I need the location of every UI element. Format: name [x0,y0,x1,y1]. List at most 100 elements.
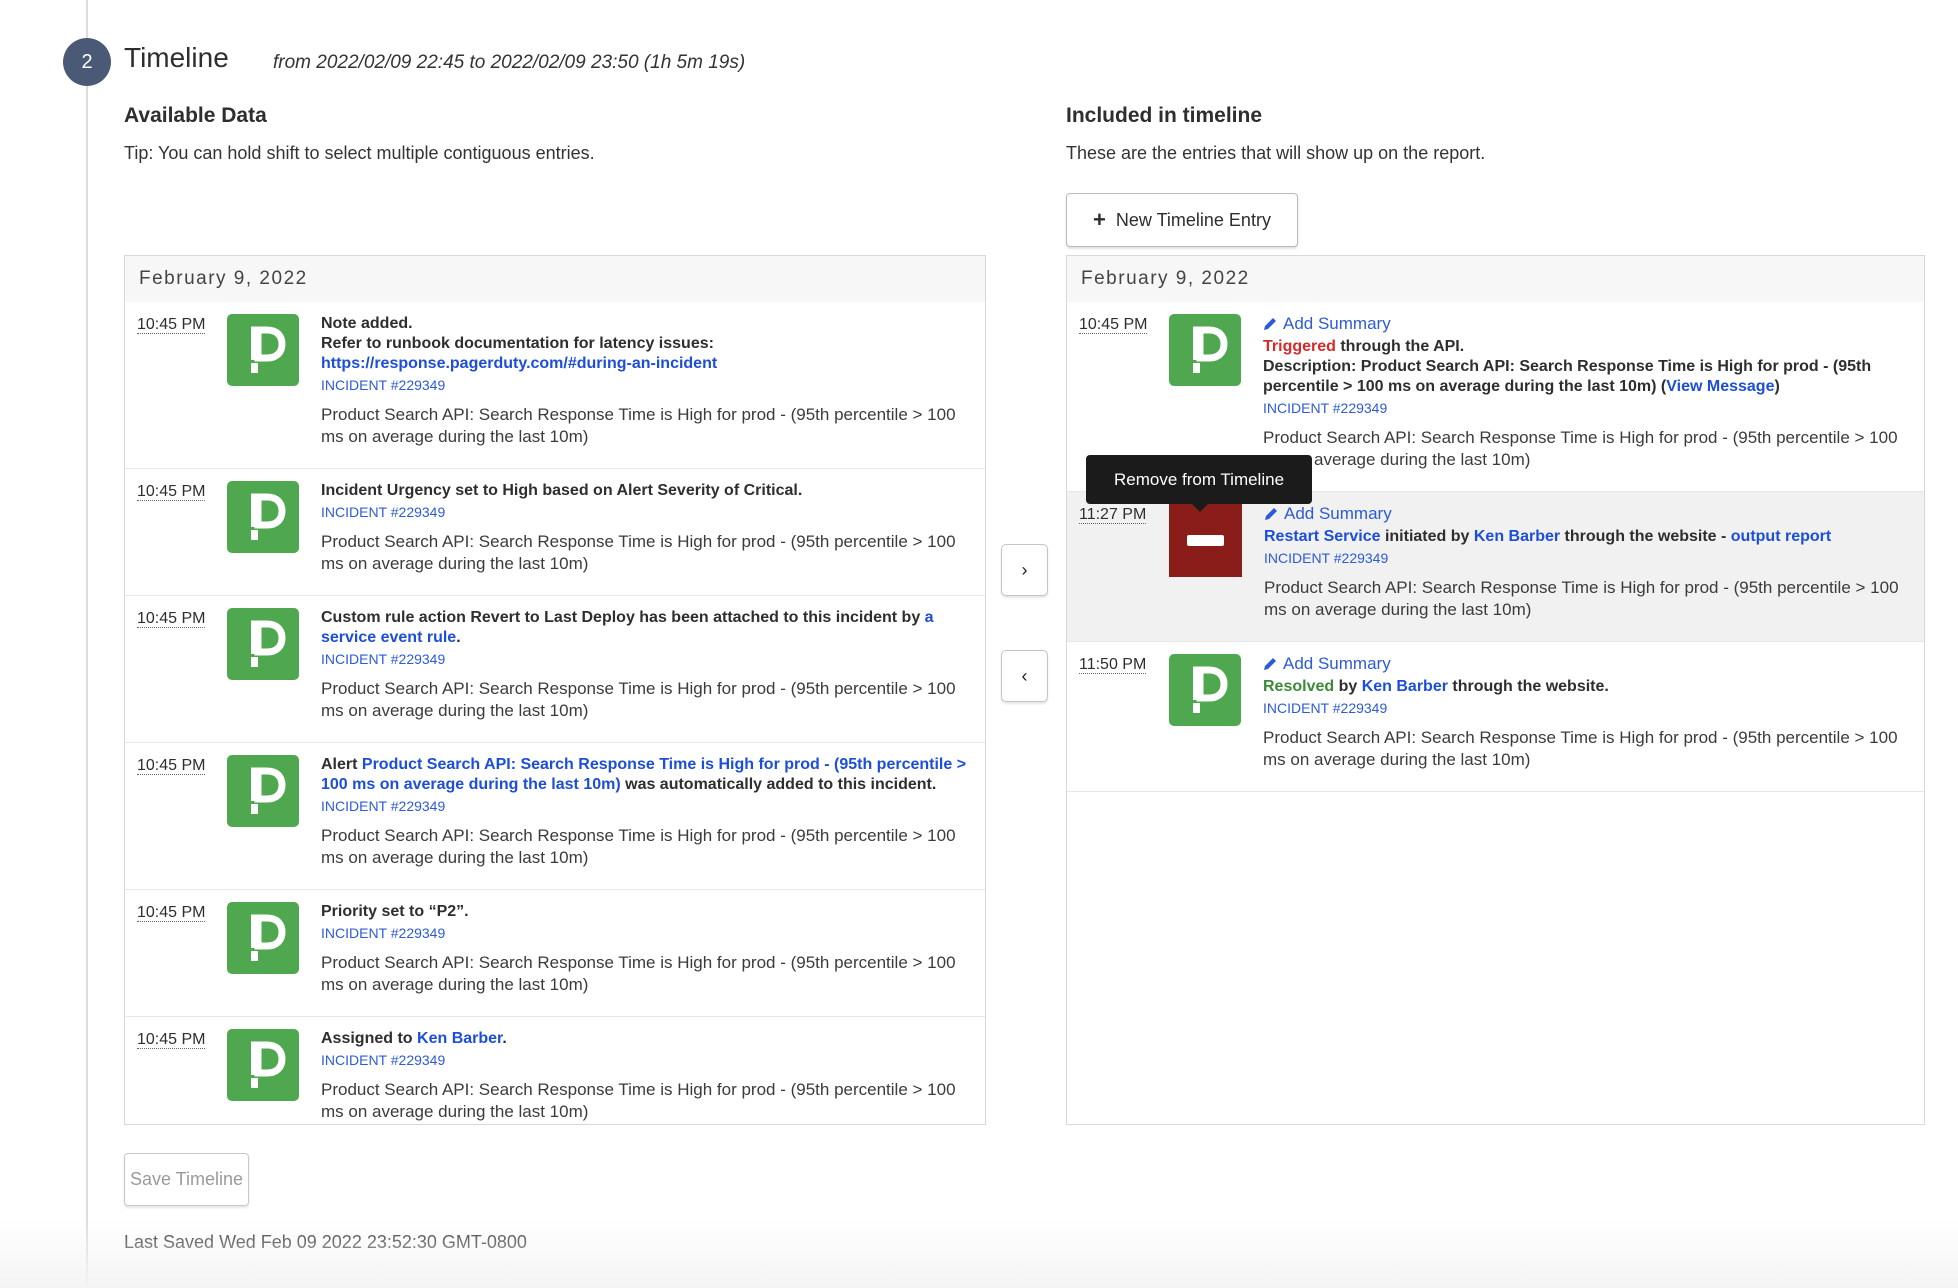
entry-title: Incident Urgency set to High based on Al… [321,481,973,501]
entry-description: Product Search API: Search Response Time… [321,826,956,867]
entry-body: Incident Urgency set to High based on Al… [321,481,973,575]
entry-title-text: Custom rule action Revert to Last Deploy… [321,609,925,626]
entry-title-text: through the website. [1447,678,1609,695]
incident-link[interactable]: INCIDENT #229349 [1264,549,1388,567]
entry-time: 10:45 PM [137,755,227,869]
status-label: Triggered [1263,338,1336,355]
timeline-entry[interactable]: 10:45 PM Assigned to Ken Barber. INCIDENT … [125,1017,985,1124]
pencil-icon [1264,658,1276,670]
remove-from-timeline-arrow-button[interactable]: ‹ [1001,650,1048,702]
entry-link[interactable]: Ken Barber [1474,528,1560,545]
entry-description: Product Search API: Search Response Time… [321,1080,956,1121]
entry-time: 11:27 PM [1079,504,1169,621]
entry-link[interactable]: Ken Barber [1362,678,1448,695]
pencil-icon [1265,508,1277,520]
available-data-tip: Tip: You can hold shift to select multip… [124,143,595,163]
pagerduty-logo-icon [227,755,299,827]
timeline-entry[interactable]: 10:45 PM Custom rule action Revert to Las… [125,596,985,743]
section-title: Timeline [124,42,229,73]
entry-description: Product Search API: Search Response Time… [1264,578,1899,619]
timeline-entry[interactable]: 10:45 PM Priority set to “P2”. INCIDENT #2… [125,890,985,1017]
pagerduty-logo-icon [227,608,299,680]
entry-description: Product Search API: Search Response Time… [321,532,956,573]
pagerduty-logo-icon [227,1029,299,1101]
entry-title: Note added. Refer to runbook documentatio… [321,314,973,374]
entry-title: Assigned to Ken Barber. [321,1029,973,1049]
pencil-icon [1264,318,1276,330]
timeline-entry[interactable]: 11:27 PM Add Summary Restart Service initi… [1067,492,1924,642]
entry-title-text: Refer to runbook documentation for laten… [321,335,714,352]
add-summary-link[interactable]: Add Summary [1263,654,1391,674]
entry-title-text: was automatically added to this incident… [620,776,937,793]
add-to-timeline-button[interactable]: › [1001,544,1048,596]
entry-time-text: 10:45 PM [137,1031,206,1049]
entry-title-text: Note added. [321,315,413,332]
included-heading: Included in timeline [1066,104,1263,127]
entry-time: 10:45 PM [1079,314,1169,471]
entry-description: Product Search API: Search Response Time… [321,679,956,720]
pagerduty-logo-icon [227,902,299,974]
entry-time: 10:45 PM [137,608,227,722]
last-saved-text: Last Saved Wed Feb 09 2022 23:52:30 GMT-… [124,1232,527,1252]
entry-body: Custom rule action Revert to Last Deploy… [321,608,973,722]
incident-link[interactable]: INCIDENT #229349 [1263,399,1387,417]
incident-link[interactable]: INCIDENT #229349 [321,650,445,668]
entry-title: Triggered through the API. Description: P… [1263,337,1912,397]
entry-link[interactable]: output report [1731,528,1831,545]
add-summary-link[interactable]: Add Summary [1263,314,1391,334]
pagerduty-logo-icon [227,314,299,386]
incident-link[interactable]: INCIDENT #229349 [1263,699,1387,717]
incident-link[interactable]: INCIDENT #229349 [321,797,445,815]
entry-time-text: 10:45 PM [137,610,206,628]
timeline-entry[interactable]: 10:45 PM Note added. Refer to runbook docu… [125,302,985,469]
incident-link[interactable]: INCIDENT #229349 [321,503,445,521]
timeline-entry[interactable]: 10:45 PM Incident Urgency set to High bas… [125,469,985,596]
entry-link[interactable]: https://response.pagerduty.com/#during-a… [321,355,717,372]
timeline-entry[interactable]: 10:45 PM Alert Product Search API: Search… [125,743,985,890]
entry-title-text: initiated by [1380,528,1474,545]
date-header: February 9, 2022 [1067,256,1924,302]
new-timeline-entry-button[interactable]: + New Timeline Entry [1066,193,1298,247]
minus-icon [1187,535,1224,546]
entry-time: 11:50 PM [1079,654,1169,771]
entry-time-text: 11:50 PM [1079,656,1147,674]
entry-title-text: Priority set to “P2”. [321,903,469,920]
entry-time-text: 10:45 PM [1079,316,1148,334]
entry-link[interactable]: View Message [1666,378,1774,395]
incident-link[interactable]: INCIDENT #229349 [321,1051,445,1069]
entry-body: Add Summary Restart Service initiated by … [1264,504,1912,621]
incident-link[interactable]: INCIDENT #229349 [321,376,445,394]
step-connector-line [86,0,88,1288]
page-fade [0,1218,1958,1288]
entry-body: Add Summary Resolved by Ken Barber throug… [1263,654,1912,771]
pagerduty-logo-icon [227,481,299,553]
date-header: February 9, 2022 [125,256,985,302]
entry-title-text: through the API. [1335,338,1465,355]
timeline-range: from 2022/02/09 22:45 to 2022/02/09 23:5… [273,52,746,73]
available-data-list[interactable]: February 9, 2022 10:45 PM Note added. Refe… [124,255,986,1125]
plus-icon: + [1093,207,1106,232]
remove-entry-button[interactable] [1169,504,1242,577]
entry-title-text: Incident Urgency set to High based on Al… [321,482,803,499]
available-entries: 10:45 PM Note added. Refer to runbook docu… [125,302,985,1124]
entry-title-text: Description: Product Search API: Search … [1263,358,1872,395]
add-summary-label: Add Summary [1283,654,1391,673]
new-timeline-entry-label: New Timeline Entry [1115,209,1271,230]
entry-time: 10:45 PM [137,314,227,448]
incident-link[interactable]: INCIDENT #229349 [321,924,445,942]
save-timeline-button[interactable]: Save Timeline [124,1153,249,1206]
timeline-entry[interactable]: 11:50 PM Add Summary Resolved by Ken Barbe… [1067,642,1924,792]
included-timeline-list[interactable]: February 9, 2022 10:45 PM Add Summary Trig… [1066,255,1925,1125]
entry-title-text: ) [1774,378,1780,395]
entry-time: 10:45 PM [137,902,227,996]
entry-body: Assigned to Ken Barber. INCIDENT #229349 P… [321,1029,973,1123]
entry-link[interactable]: Restart Service [1264,528,1381,545]
step-number-badge: 2 [63,38,111,86]
add-summary-link[interactable]: Add Summary [1264,504,1392,524]
entry-time: 10:45 PM [137,481,227,575]
entry-title: Alert Product Search API: Search Respons… [321,755,973,795]
entry-link[interactable]: Ken Barber [417,1030,502,1047]
entry-time-text: 10:45 PM [137,904,206,922]
pagerduty-logo-icon [1169,314,1241,386]
entry-title: Priority set to “P2”. [321,902,973,922]
